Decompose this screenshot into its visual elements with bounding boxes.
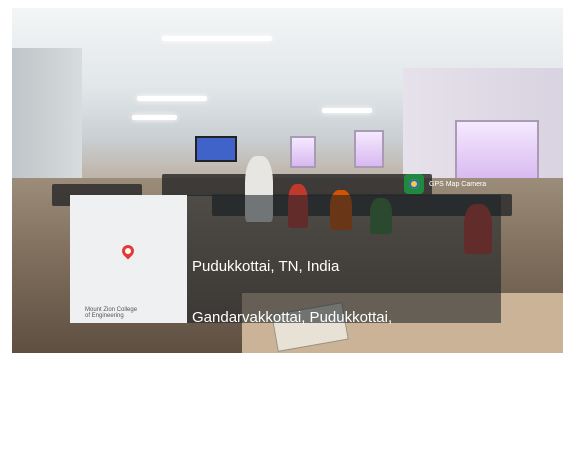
map-thumbnail: Mount Zion College of Engineering bbox=[70, 195, 187, 323]
window bbox=[290, 136, 316, 168]
app-badge: GPS Map Camera bbox=[404, 174, 486, 194]
map-place-label: Mount Zion College of Engineering bbox=[85, 307, 137, 319]
map-pin-icon bbox=[119, 242, 137, 260]
ceiling-light bbox=[162, 36, 272, 41]
window bbox=[354, 130, 384, 168]
ceiling-light bbox=[137, 96, 207, 101]
location-line-1: Pudukkottai, TN, India bbox=[192, 258, 340, 275]
map-label-line-2: of Engineering bbox=[85, 313, 124, 319]
photo-frame: Mount Zion College of Engineering GPS Ma… bbox=[0, 0, 573, 428]
geotag-text: Pudukkottai, TN, India Gandarvakkottai, … bbox=[192, 224, 405, 462]
timestamp-line: 09/02/2022 01:28 PM bbox=[192, 411, 336, 428]
app-badge-label: GPS Map Camera bbox=[429, 180, 487, 188]
coordinates-line: Lat 10.648070, Long 79.048580 bbox=[192, 360, 405, 377]
ceiling-light bbox=[322, 108, 372, 113]
location-line-2: Gandarvakkottai, Pudukkottai, bbox=[192, 309, 393, 326]
gps-map-camera-icon bbox=[404, 174, 424, 194]
projector-screen bbox=[195, 136, 237, 162]
window bbox=[455, 120, 539, 182]
ceiling-light bbox=[132, 115, 177, 120]
